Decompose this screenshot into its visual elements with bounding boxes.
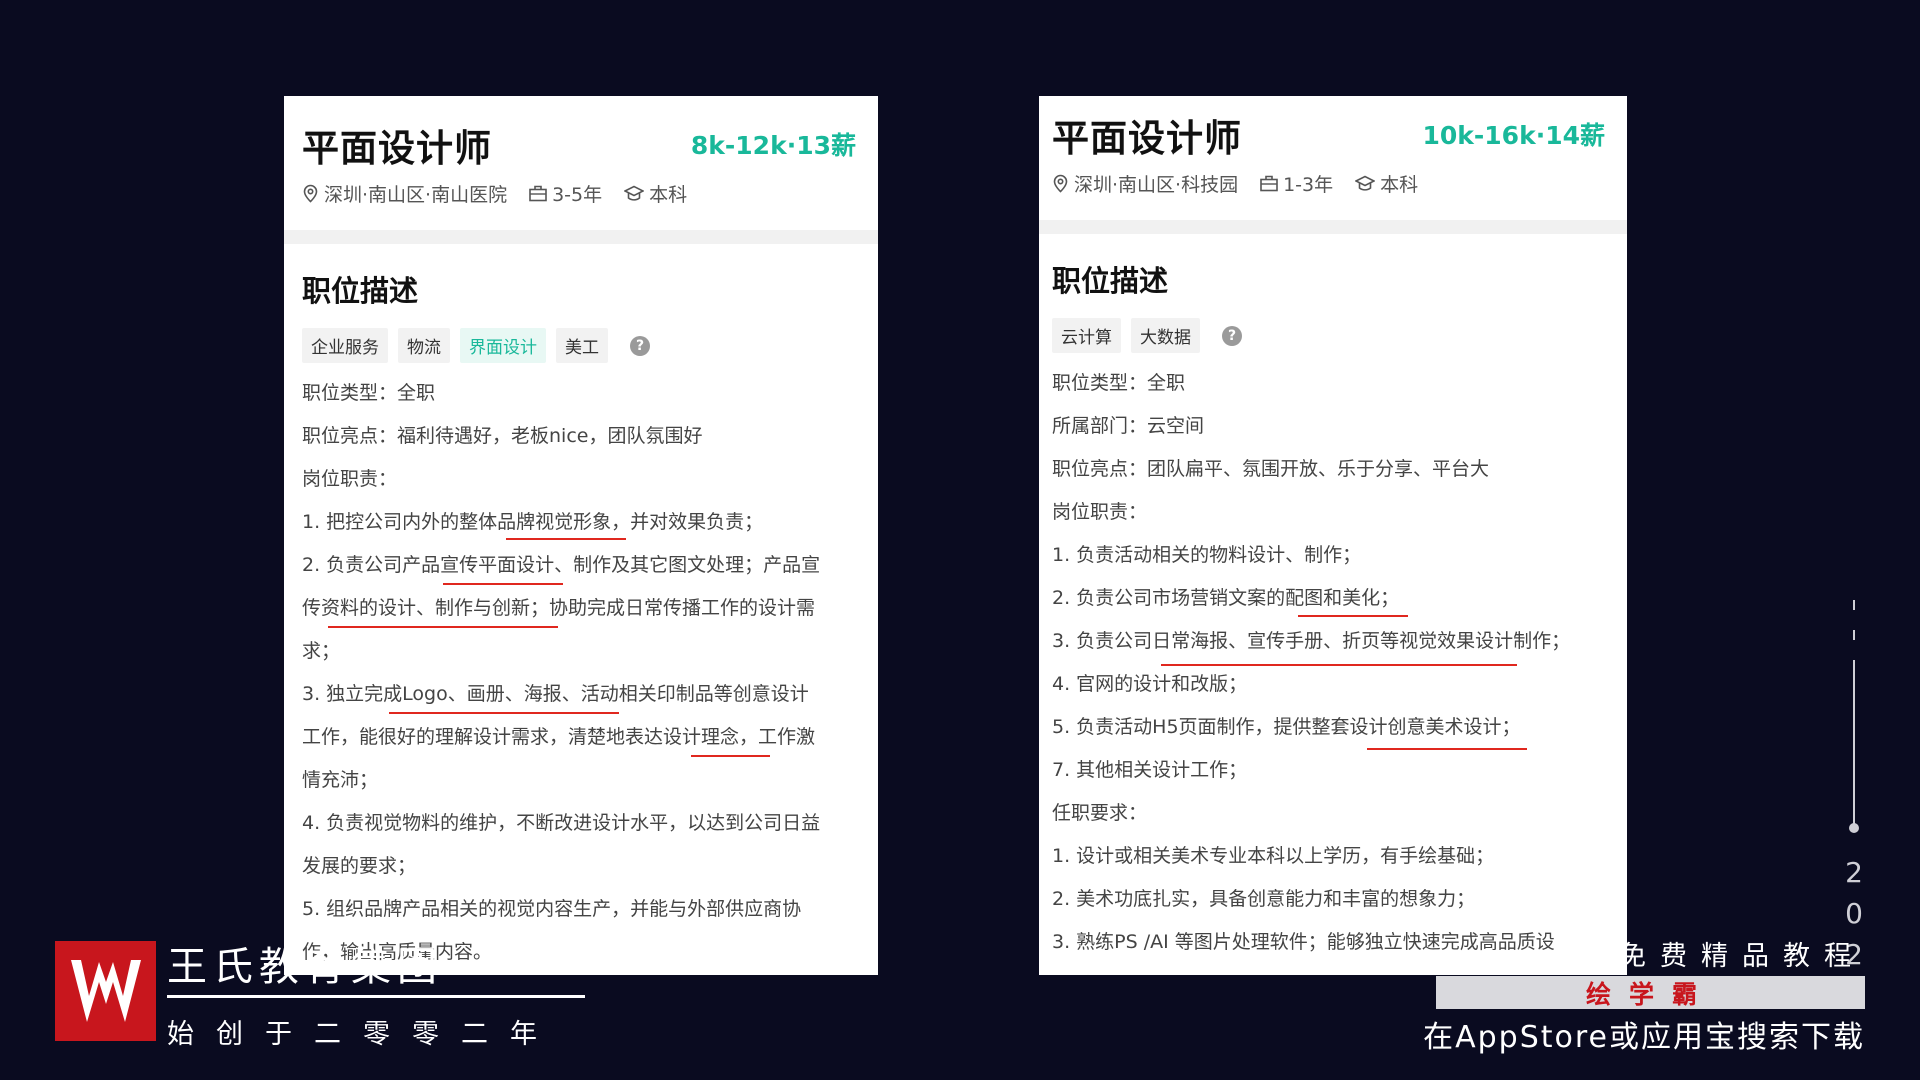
tag[interactable]: 企业服务: [302, 328, 388, 363]
tag[interactable]: 物流: [398, 328, 450, 363]
desc-line: 计（掌握动态图像设计、视频编辑技能者优先）: [1052, 964, 1570, 975]
help-icon[interactable]: ?: [1222, 325, 1242, 346]
highlight-underline: [506, 538, 626, 540]
highlight-underline: [1367, 748, 1527, 750]
salary: 8k-12k·13薪: [690, 131, 856, 160]
desc-line: 求；: [302, 640, 341, 662]
timeline-line: [1853, 630, 1855, 640]
desc-line: 5. 负责活动H5页面制作，提供整套设计创意美术设计；: [1052, 716, 1521, 738]
desc-line: 岗位职责：: [302, 468, 398, 490]
desc-line: 所属部门：云空间: [1052, 415, 1205, 437]
desc-line: 发展的要求；: [302, 855, 417, 877]
help-icon[interactable]: ?: [630, 335, 650, 356]
job-meta: 深圳·南山区·南山医院 3-5年 本科: [302, 180, 709, 207]
desc-line: 4. 负责视觉物料的维护，不断改进设计水平，以达到公司日益: [302, 812, 821, 834]
job-title: 平面设计师: [1052, 117, 1242, 160]
location-text: 深圳·南山区·科技园: [1074, 174, 1239, 196]
highlight-underline: [1161, 664, 1517, 666]
app-name-badge: 绘学霸: [1436, 976, 1865, 1009]
job-card-1[interactable]: 平面设计师 8k-12k·13薪 深圳·南山区·南山医院 3-5年 本科 职位描…: [284, 96, 878, 975]
desc-line: 传资料的设计、制作与创新；协助完成日常传播工作的设计需: [302, 597, 816, 619]
desc-line: 2. 负责公司市场营销文案的配图和美化；: [1052, 587, 1400, 609]
tag-list: 企业服务 物流 界面设计 美工 ?: [302, 328, 650, 363]
tag-highlighted[interactable]: 界面设计: [460, 328, 546, 363]
brand-logo: [55, 941, 156, 1041]
job-description: 职位类型：全职 所属部门：云空间 职位亮点：团队扁平、氛围开放、乐于分享、平台大…: [1052, 362, 1570, 975]
brand-subtitle: 始创于二零零二年: [167, 1019, 559, 1050]
desc-line: 2. 负责公司产品宣传平面设计、制作及其它图文处理；产品宣: [302, 554, 821, 576]
highlight-underline: [1298, 615, 1408, 617]
desc-line: 3. 熟练PS /AI 等图片处理软件；能够独立快速完成高品质设: [1052, 931, 1555, 953]
education-text: 本科: [1380, 174, 1419, 196]
experience-text: 1-3年: [1283, 174, 1334, 196]
job-description: 职位类型：全职 职位亮点：福利待遇好，老板nice，团队氛围好 岗位职责： 1.…: [302, 372, 820, 974]
desc-line: 1. 设计或相关美术专业本科以上学历，有手绘基础；: [1052, 845, 1495, 867]
desc-line: 职位类型：全职: [1052, 372, 1186, 394]
highlight-underline: [389, 712, 619, 714]
desc-line: 工作，能很好的理解设计需求，清楚地表达设计理念，工作激: [302, 726, 816, 748]
timeline-line: [1853, 600, 1855, 610]
brand-divider: [167, 995, 585, 998]
brand-name: 王氏教育集团: [167, 944, 443, 990]
desc-line: 3. 独立完成Logo、画册、海报、活动相关印制品等创意设计: [302, 683, 809, 705]
highlight-underline: [443, 583, 563, 585]
tag[interactable]: 美工: [556, 328, 608, 363]
desc-line: 1. 负责活动相关的物料设计、制作；: [1052, 544, 1362, 566]
desc-line: 岗位职责：: [1052, 501, 1148, 523]
location-icon: [303, 184, 318, 203]
graduation-cap-icon: [1355, 175, 1376, 191]
tag[interactable]: 云计算: [1052, 318, 1121, 353]
free-tutorial-tag: 免费精品教程: [1619, 941, 1865, 972]
desc-line: 情充沛；: [302, 769, 379, 791]
briefcase-icon: [529, 185, 547, 202]
timeline-dot: [1849, 823, 1859, 833]
tag[interactable]: 大数据: [1131, 318, 1200, 353]
desc-line: 7. 其他相关设计工作；: [1052, 759, 1248, 781]
job-title: 平面设计师: [302, 127, 492, 170]
w-logo-icon: [70, 960, 141, 1022]
timeline-line: [1853, 660, 1855, 825]
divider: [284, 230, 878, 244]
briefcase-icon: [1260, 175, 1278, 192]
desc-line: 职位亮点：福利待遇好，老板nice，团队氛围好: [302, 425, 703, 447]
location-text: 深圳·南山区·南山医院: [324, 184, 508, 206]
graduation-cap-icon: [624, 185, 645, 201]
desc-line: 职位类型：全职: [302, 382, 436, 404]
job-meta: 深圳·南山区·科技园 1-3年 本科: [1052, 170, 1440, 197]
desc-line: 3. 负责公司日常海报、宣传手册、折页等视觉效果设计制作；: [1052, 630, 1571, 652]
highlight-underline: [328, 626, 558, 628]
education-text: 本科: [649, 184, 688, 206]
section-title: 职位描述: [1052, 264, 1169, 298]
tag-list: 云计算 大数据 ?: [1052, 318, 1242, 353]
desc-line: 2. 美术功底扎实，具备创意能力和丰富的想象力；: [1052, 888, 1476, 910]
divider: [1039, 220, 1627, 234]
desc-line: 4. 官网的设计和改版；: [1052, 673, 1248, 695]
download-hint: 在AppStore或应用宝搜索下载: [1423, 1020, 1865, 1055]
desc-line: 任职要求：: [1052, 802, 1148, 824]
desc-line: 职位亮点：团队扁平、氛围开放、乐于分享、平台大: [1052, 458, 1490, 480]
salary: 10k-16k·14薪: [1422, 121, 1606, 150]
experience-text: 3-5年: [552, 184, 603, 206]
job-card-2[interactable]: 平面设计师 10k-16k·14薪 深圳·南山区·科技园 1-3年 本科 职位描…: [1039, 96, 1627, 975]
highlight-underline: [691, 755, 770, 757]
location-icon: [1053, 174, 1068, 193]
desc-line: 5. 组织品牌产品相关的视觉内容生产，并能与外部供应商协: [302, 898, 802, 920]
section-title: 职位描述: [302, 274, 419, 308]
